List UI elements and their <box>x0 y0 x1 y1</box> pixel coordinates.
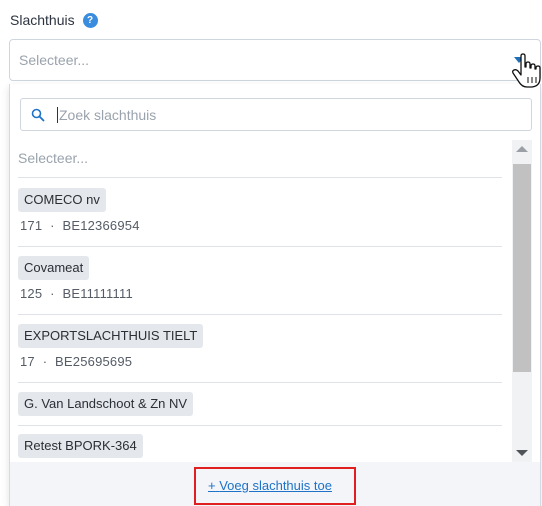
list-item-meta: 171 · BE12366954 <box>20 218 140 233</box>
select-placeholder: Selecteer... <box>19 52 90 68</box>
list-item-vat: BE12366954 <box>62 218 140 233</box>
slachthuis-select-panel: Slachthuis ? Selecteer... Selecteer... C… <box>0 0 542 506</box>
list-item-name: COMECO nv <box>18 188 106 212</box>
list-item-vat: BE11111111 <box>62 286 133 301</box>
scrollbar[interactable] <box>512 140 532 462</box>
highlight-box: + Voeg slachthuis toe <box>194 467 356 505</box>
dropdown-menu: Selecteer... COMECO nv 171 · BE12366954 … <box>9 84 541 506</box>
scroll-down-arrow-icon[interactable] <box>516 450 528 456</box>
hand-pointer-icon <box>512 53 541 88</box>
list-item-name: Covameat <box>18 256 90 280</box>
scroll-up-arrow-icon[interactable] <box>516 146 528 152</box>
meta-separator: · <box>50 218 55 233</box>
help-icon[interactable]: ? <box>82 12 98 28</box>
divider <box>18 314 502 315</box>
list-item-number: 125 <box>20 286 43 301</box>
search-input[interactable] <box>59 99 519 130</box>
field-label-text: Slachthuis <box>10 12 75 28</box>
search-field[interactable] <box>20 98 532 131</box>
scrollbar-thumb[interactable] <box>513 164 531 372</box>
list-item-name: EXPORTSLACHTHUIS TIELT <box>18 324 204 348</box>
list-item-number: 171 <box>20 218 43 233</box>
list-item-number: 17 <box>20 354 35 369</box>
divider <box>18 425 502 426</box>
option-list: Selecteer... COMECO nv 171 · BE12366954 … <box>10 140 504 462</box>
dropdown-footer: + Voeg slachthuis toe <box>10 462 540 506</box>
slachthuis-select[interactable]: Selecteer... <box>9 39 541 81</box>
divider <box>18 177 502 178</box>
add-link-label: Voeg slachthuis toe <box>219 478 332 493</box>
list-item-meta: 17 · BE25695695 <box>20 354 132 369</box>
divider <box>18 246 502 247</box>
list-option-placeholder[interactable]: Selecteer... <box>18 150 88 166</box>
meta-separator: · <box>42 354 48 369</box>
add-slachthuis-link[interactable]: + Voeg slachthuis toe <box>208 478 332 493</box>
field-label: Slachthuis ? <box>10 10 98 30</box>
list-item-meta: 125 · BE11111111 <box>20 286 133 301</box>
text-cursor <box>57 107 58 123</box>
list-item-name: Retest BPORK-364 <box>18 434 143 458</box>
meta-separator: · <box>50 286 55 301</box>
list-item-name: G. Van Landschoot & Zn NV <box>18 392 194 416</box>
search-icon <box>31 108 45 122</box>
divider <box>18 382 502 383</box>
plus-icon: + <box>208 478 216 493</box>
list-item-vat: BE25695695 <box>55 354 133 369</box>
